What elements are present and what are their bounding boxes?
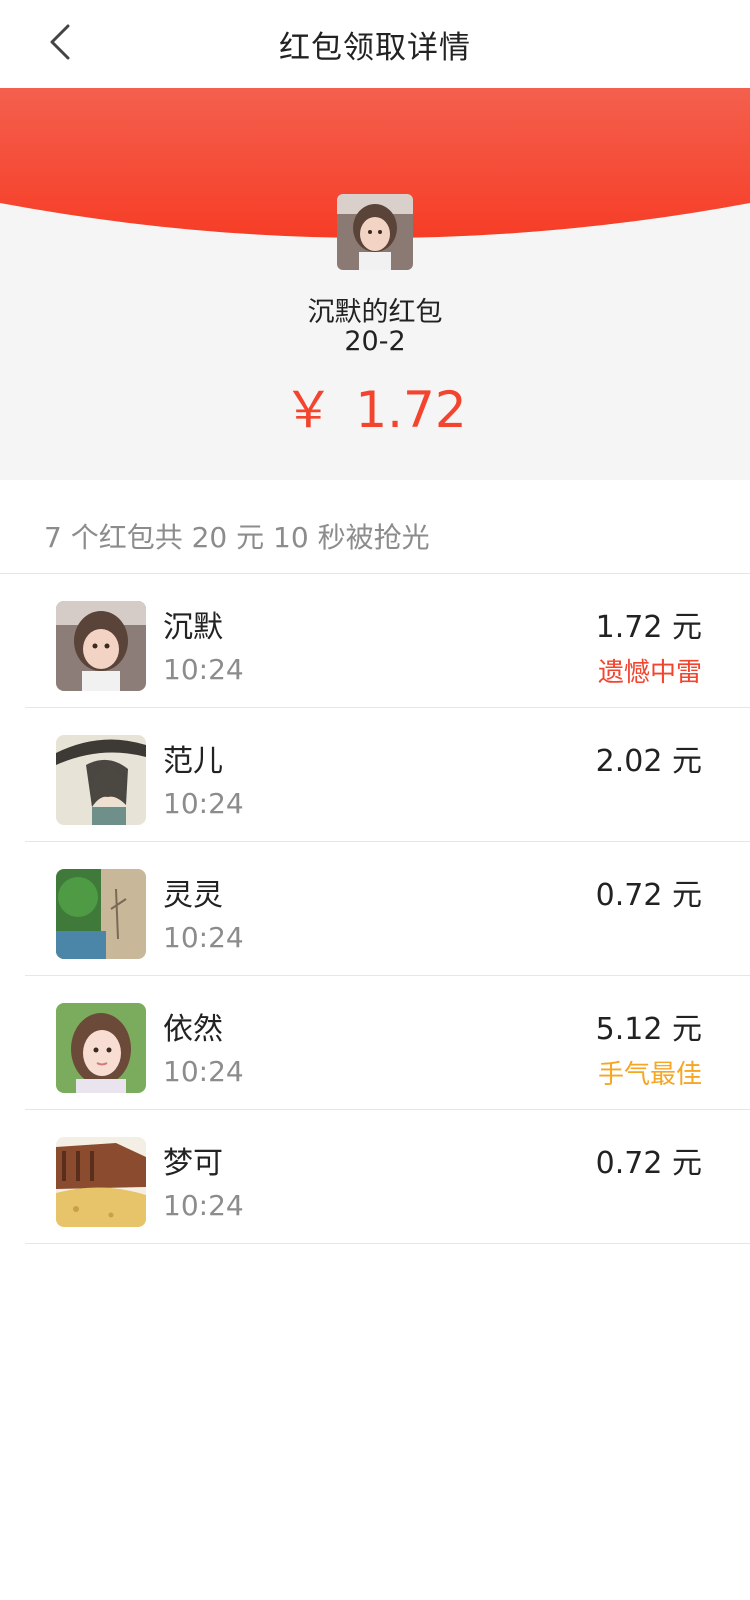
avatar [56,869,146,959]
claim-time: 10:24 [163,787,244,820]
claimer-name: 灵灵 [163,878,223,913]
claim-list: 沉默 10:24 1.72 元 遗憾中雷 范儿 10:24 2.02 元 灵灵 … [0,574,750,1244]
summary-text: 7 个红包共 20 元 10 秒被抢光 [44,521,430,554]
sender-avatar [337,194,413,270]
claim-time: 10:24 [163,921,244,954]
claim-amount: 5.12 元 [595,1012,702,1047]
claim-time: 10:24 [163,1189,244,1222]
claim-time: 10:24 [163,653,244,686]
list-item[interactable]: 梦可 10:24 0.72 元 [25,1110,750,1244]
list-item[interactable]: 范儿 10:24 2.02 元 [25,708,750,842]
claim-amount: 1.72 元 [595,610,702,645]
avatar [56,735,146,825]
claim-amount: 0.72 元 [595,878,702,913]
claim-amount: 0.72 元 [595,1146,702,1181]
list-item[interactable]: 沉默 10:24 1.72 元 遗憾中雷 [25,574,750,708]
page-title: 红包领取详情 [279,30,471,66]
claimer-name: 梦可 [163,1146,223,1181]
avatar [56,601,146,691]
nav-bar: 红包领取详情 [0,0,750,88]
received-amount: ￥ 1.72 [0,370,750,442]
packet-summary: 7 个红包共 20 元 10 秒被抢光 [0,480,750,574]
claim-amount: 2.02 元 [595,744,702,779]
claimer-name: 依然 [163,1012,223,1047]
avatar [56,1003,146,1093]
avatar [56,1137,146,1227]
status-badge: 遗憾中雷 [597,658,702,688]
amount-value: 1.72 [355,381,467,439]
list-item[interactable]: 依然 10:24 5.12 元 手气最佳 [25,976,750,1110]
list-item[interactable]: 灵灵 10:24 0.72 元 [25,842,750,976]
claimer-name: 范儿 [163,744,223,779]
claimer-name: 沉默 [163,610,223,645]
currency-symbol: ￥ [283,381,334,439]
claim-time: 10:24 [163,1055,244,1088]
packet-subtitle: 20-2 [344,326,406,357]
packet-sender-name: 沉默的红包 [307,297,443,328]
packet-header: 沉默的红包 20-2 ￥ 1.72 [0,88,750,480]
status-badge: 手气最佳 [597,1060,702,1090]
